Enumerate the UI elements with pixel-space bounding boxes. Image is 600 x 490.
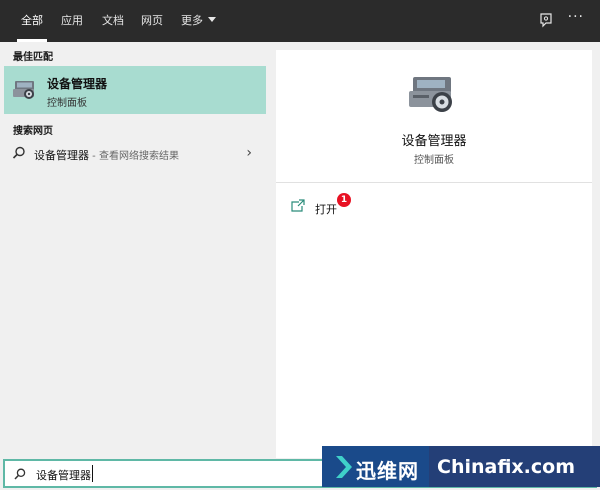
more-options-icon[interactable]: ··· — [568, 9, 584, 25]
best-match-subtitle: 控制面板 — [47, 98, 87, 109]
tab-more-label: 更多 — [181, 14, 203, 27]
results-list: 最佳匹配 设备管理器 控制面板 搜索网页 设备管理器 - 查看网络搜索结果 › — [0, 42, 270, 458]
preview-subtitle: 控制面板 — [414, 155, 454, 166]
search-tab-bar: 全部 应用 文档 网页 更多 ··· — [0, 0, 600, 42]
search-input[interactable]: 设备管理器 — [36, 467, 91, 483]
open-label: 打开 — [315, 203, 337, 216]
tab-documents[interactable]: 文档 — [102, 0, 124, 42]
tab-more[interactable]: 更多 — [181, 0, 216, 42]
open-icon — [291, 199, 305, 212]
text-cursor — [92, 465, 93, 482]
watermark-en-text: Chinafix.com — [437, 456, 576, 478]
device-manager-large-icon — [409, 77, 452, 112]
preview-title: 设备管理器 — [401, 134, 467, 149]
watermark-logo-icon — [336, 456, 352, 478]
chevron-down-icon — [208, 17, 216, 22]
best-match-heading: 最佳匹配 — [13, 52, 53, 63]
web-search-result[interactable]: 设备管理器 - 查看网络搜索结果 › — [4, 140, 266, 166]
web-result-query: 设备管理器 — [34, 149, 89, 162]
open-button[interactable]: 打开 — [290, 198, 370, 218]
web-search-heading: 搜索网页 — [13, 126, 53, 137]
best-match-item[interactable]: 设备管理器 控制面板 — [4, 66, 266, 114]
tab-all[interactable]: 全部 — [17, 0, 47, 42]
divider — [276, 182, 592, 183]
watermark-cn-text: 迅维网 — [356, 459, 419, 483]
web-result-text: 设备管理器 - 查看网络搜索结果 — [34, 147, 179, 163]
tab-web[interactable]: 网页 — [141, 0, 163, 42]
feedback-icon[interactable] — [537, 12, 555, 30]
search-icon — [14, 468, 26, 480]
web-result-hint: - 查看网络搜索结果 — [89, 151, 179, 162]
watermark-cn-block: 迅维网 — [322, 446, 429, 487]
preview-panel: 设备管理器 控制面板 打开 1 — [276, 50, 592, 458]
watermark-en-block: Chinafix.com — [429, 446, 600, 487]
device-manager-icon — [13, 81, 34, 99]
best-match-title: 设备管理器 — [47, 77, 108, 91]
watermark: 迅维网 Chinafix.com — [322, 443, 600, 490]
search-icon — [12, 146, 25, 159]
tab-apps[interactable]: 应用 — [61, 0, 83, 42]
step-badge: 1 — [337, 193, 351, 207]
windows-search-window: 全部 应用 文档 网页 更多 ··· 最佳匹配 设备管理器 控制面板 搜索网页 … — [0, 0, 600, 490]
chevron-right-icon[interactable]: › — [246, 145, 252, 161]
